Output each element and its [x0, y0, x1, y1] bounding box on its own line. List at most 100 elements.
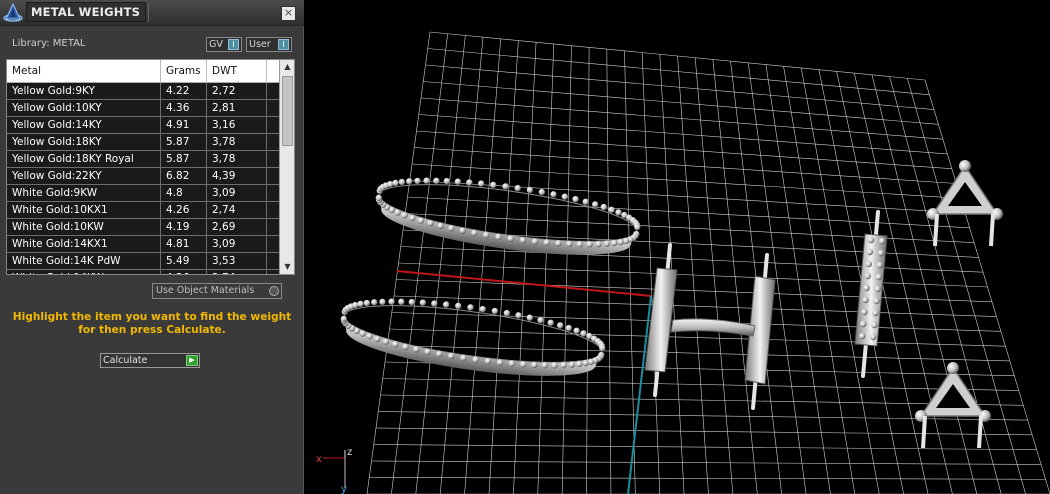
- 3d-viewport[interactable]: x z y: [305, 0, 1050, 494]
- app-logo-icon: [3, 2, 23, 22]
- panel-titlebar[interactable]: METAL WEIGHTS ×: [0, 0, 304, 26]
- calculate-label: Calculate: [103, 355, 148, 366]
- grid-line: [889, 76, 1002, 494]
- grid-line: [924, 79, 1050, 494]
- grid-line: [783, 66, 856, 494]
- viewport-scene[interactable]: x z y: [305, 0, 1050, 494]
- ring-bead: [580, 330, 587, 337]
- close-button[interactable]: ×: [281, 6, 296, 21]
- channel-bead: [876, 261, 883, 269]
- instruction-text: Highlight the item you want to find the …: [12, 311, 292, 336]
- ring-bead: [398, 298, 405, 305]
- ring-bead: [442, 301, 450, 308]
- cell-dwt: 3,16: [207, 117, 267, 133]
- cell-dwt: 2,74: [207, 202, 267, 218]
- grid-line: [712, 59, 758, 494]
- ring-bead: [561, 193, 569, 200]
- x-axis-line: [396, 270, 652, 297]
- gv-library-toggle[interactable]: GV I: [206, 37, 242, 52]
- table-row[interactable]: White Gold:9KW 4.8 3,09: [7, 185, 279, 202]
- ring-bead: [600, 203, 608, 211]
- channel-bead: [871, 321, 878, 329]
- gv-toggle-indicator-icon: I: [228, 39, 239, 50]
- table-row[interactable]: Yellow Gold:10KY 4.36 2,81: [7, 100, 279, 117]
- prong-bead: [959, 160, 971, 172]
- channel-bead: [877, 249, 885, 257]
- cell-dwt: 2,81: [207, 100, 267, 116]
- ring-bead: [538, 188, 546, 196]
- ring-bead: [371, 299, 378, 306]
- scroll-down-icon[interactable]: ▼: [280, 260, 294, 274]
- app-root: METAL WEIGHTS × Library: METAL GV I User…: [0, 0, 1050, 494]
- metal-table: Metal Grams DWT Yellow Gold:9KY 4.22 2,72 Y…: [6, 59, 295, 275]
- cell-grams: 4.26: [161, 202, 207, 218]
- eternity-ring-upper[interactable]: [371, 166, 644, 268]
- channel-bead: [878, 237, 886, 245]
- column-header-metal[interactable]: Metal: [7, 60, 161, 83]
- calculate-button[interactable]: Calculate ▶: [100, 353, 200, 368]
- cell-grams: 6.82: [161, 168, 207, 184]
- ring-bead: [406, 178, 413, 185]
- cell-metal: Yellow Gold:18KY: [7, 134, 161, 150]
- channel-bead: [862, 296, 869, 304]
- ring-bead: [466, 179, 473, 186]
- table-header: Metal Grams DWT: [7, 60, 279, 83]
- cell-grams: 5.87: [161, 151, 207, 167]
- table-row[interactable]: White Gold:10KX1 4.26 2,74: [7, 202, 279, 219]
- table-row[interactable]: Yellow Gold:18KY 5.87 3,78: [7, 134, 279, 151]
- ring-bead: [414, 177, 421, 185]
- ring-bead: [379, 298, 386, 306]
- cell-grams: 4.81: [161, 236, 207, 252]
- grid-line: [765, 64, 831, 494]
- ring-bead: [502, 183, 509, 190]
- cell-metal: Yellow Gold:22KY: [7, 168, 161, 184]
- construction-grid: [366, 31, 1050, 494]
- channel-bead: [863, 284, 870, 292]
- table-body: Yellow Gold:9KY 4.22 2,72 Yellow Gold:10KY 4…: [7, 83, 279, 274]
- column-header-grams[interactable]: Grams: [161, 60, 207, 83]
- channel-bead: [866, 248, 874, 256]
- cell-dwt: 2,69: [207, 219, 267, 235]
- table-row[interactable]: White Gold:14KX1 4.81 3,09: [7, 236, 279, 253]
- prong-pin: [921, 415, 927, 449]
- jewelry-models[interactable]: [336, 160, 1003, 449]
- table-row[interactable]: Yellow Gold:9KY 4.22 2,72: [7, 83, 279, 100]
- scroll-thumb[interactable]: [282, 76, 293, 146]
- ring-bead: [454, 178, 462, 185]
- channel-bead: [859, 332, 866, 340]
- ring-bead: [572, 196, 579, 203]
- table-row[interactable]: Yellow Gold:18KY Royal 5.87 3,78: [7, 151, 279, 168]
- channel-bead: [875, 273, 882, 281]
- cell-grams: 4.36: [161, 100, 207, 116]
- cell-metal: Yellow Gold:18KY Royal: [7, 151, 161, 167]
- channel-bead: [865, 260, 872, 268]
- table-row[interactable]: White Gold:10KW 4.19 2,69: [7, 219, 279, 236]
- table-scrollbar[interactable]: ▲ ▼: [279, 60, 294, 274]
- table-row[interactable]: Yellow Gold:14KY 4.91 3,16: [7, 117, 279, 134]
- metal-weights-panel: METAL WEIGHTS × Library: METAL GV I User…: [0, 0, 304, 494]
- table-row[interactable]: Yellow Gold:22KY 6.82 4,39: [7, 168, 279, 185]
- ring-bead: [490, 181, 497, 189]
- trillion-setting-upper[interactable]: [927, 160, 1003, 247]
- prong-pin: [933, 213, 939, 247]
- ring-bead: [398, 178, 406, 186]
- ring-bead: [479, 305, 486, 313]
- user-library-toggle[interactable]: User I: [246, 37, 292, 52]
- scroll-up-icon[interactable]: ▲: [280, 60, 294, 74]
- radio-icon: [269, 286, 279, 296]
- table-row[interactable]: White Gold:14K PdW 5.49 3,53: [7, 253, 279, 270]
- cell-grams: 5.49: [161, 253, 207, 269]
- ring-bead: [573, 327, 580, 334]
- use-object-materials-toggle[interactable]: Use Object Materials: [152, 283, 282, 299]
- channel-bead: [864, 272, 871, 280]
- cell-metal: Yellow Gold:14KY: [7, 117, 161, 133]
- panel-title: METAL WEIGHTS: [26, 2, 146, 22]
- table-row[interactable]: White Gold:14KW4.262,74: [7, 270, 279, 274]
- cell-dwt: 4,39: [207, 168, 267, 184]
- connector-tube: [670, 318, 756, 337]
- ring-bead: [514, 184, 521, 192]
- ring-bead: [547, 319, 554, 326]
- user-toggle-label: User: [249, 39, 271, 50]
- column-header-dwt[interactable]: DWT: [207, 60, 267, 83]
- ring-bead: [526, 314, 534, 321]
